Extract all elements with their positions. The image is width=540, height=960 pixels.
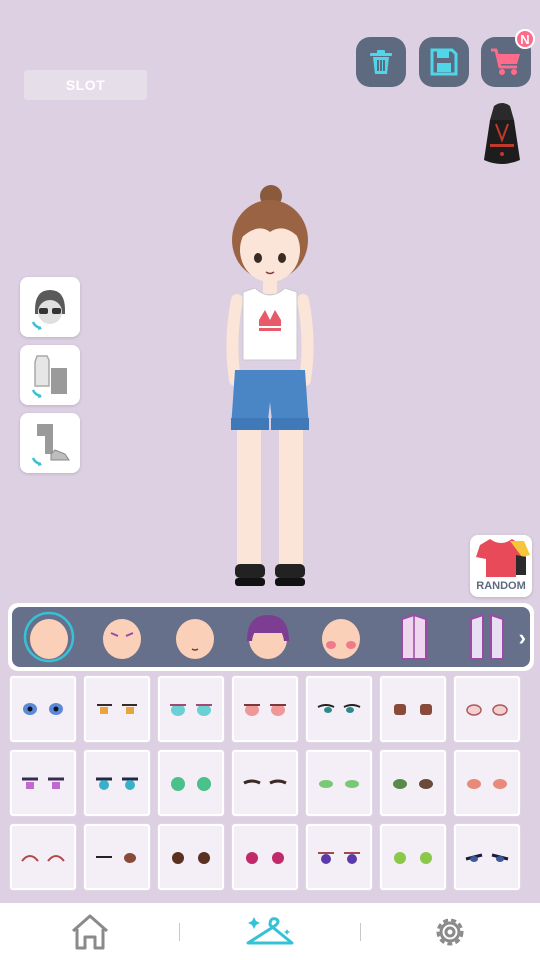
eye-option[interactable] — [306, 824, 372, 890]
green-eyes-icon — [319, 780, 359, 788]
blue-eyes-icon — [23, 703, 63, 715]
pink-eyes-icon — [244, 704, 286, 716]
eye-option[interactable] — [306, 676, 372, 742]
eye-option[interactable] — [84, 676, 150, 742]
jacket-icon — [469, 613, 504, 660]
mouth-face-icon — [175, 619, 214, 659]
eye-option[interactable] — [380, 750, 446, 816]
rose-eyes-icon — [466, 704, 508, 716]
bald-face-icon — [23, 611, 74, 663]
closed-eyes-icon — [243, 779, 287, 785]
shirt-icon — [400, 613, 427, 660]
category-bar: › — [8, 603, 534, 671]
eye-option[interactable] — [454, 676, 520, 742]
arched-eyes-icon — [21, 855, 65, 862]
swap-hair-accessory-button[interactable] — [20, 277, 80, 337]
amber-eyes-icon — [97, 704, 137, 714]
lime-eyes-icon — [394, 852, 432, 864]
nav-settings[interactable] — [361, 903, 540, 960]
olive-eyes-icon — [393, 779, 433, 789]
shopping-cart-icon — [491, 48, 520, 75]
pants-shoe-icon — [31, 424, 70, 466]
teal-eyes-icon — [317, 704, 361, 713]
eye-option[interactable] — [454, 750, 520, 816]
category-mouth[interactable] — [158, 607, 231, 667]
trash-icon — [370, 50, 392, 74]
blush-face-icon — [321, 619, 360, 659]
hair-face-icon — [246, 615, 289, 659]
aqua-eyes-icon — [170, 704, 212, 716]
eye-option[interactable] — [380, 676, 446, 742]
hair-glasses-icon — [31, 290, 65, 330]
outfit-preview[interactable] — [474, 100, 530, 172]
item-grid — [10, 676, 530, 898]
category-hair[interactable] — [231, 607, 304, 667]
swap-outfit-button[interactable] — [20, 345, 80, 405]
eye-option[interactable] — [10, 824, 76, 890]
new-badge: N — [515, 29, 535, 49]
navy-eyes-icon — [465, 853, 509, 862]
random-label: RANDOM — [476, 580, 526, 592]
category-face-base[interactable] — [12, 607, 85, 667]
shop-button[interactable]: N — [481, 29, 535, 87]
eye-option[interactable] — [232, 750, 298, 816]
swap-shoes-button[interactable] — [20, 413, 80, 473]
mint-eyes-icon — [171, 777, 211, 791]
coral-eyes-icon — [467, 779, 507, 789]
eye-option[interactable] — [158, 824, 224, 890]
nav-home[interactable] — [0, 903, 179, 960]
random-shirt-icon — [476, 539, 530, 577]
cyan-eyes-icon — [96, 777, 138, 790]
eye-option[interactable] — [158, 750, 224, 816]
eye-option[interactable] — [158, 676, 224, 742]
save-button[interactable] — [419, 37, 469, 87]
lilac-eyes-icon — [22, 777, 64, 789]
floppy-disk-icon — [430, 48, 458, 76]
settings-icon — [436, 918, 464, 945]
eyes-face-icon — [102, 619, 141, 659]
eye-option[interactable] — [380, 824, 446, 890]
eye-option[interactable] — [10, 676, 76, 742]
category-outerwear[interactable] — [450, 607, 523, 667]
bottom-nav — [0, 903, 540, 960]
delete-button[interactable] — [356, 37, 406, 87]
eye-option[interactable] — [84, 824, 150, 890]
eye-option[interactable] — [84, 750, 150, 816]
eye-option[interactable] — [306, 750, 372, 816]
random-outfit-button[interactable]: RANDOM — [470, 535, 532, 597]
violet-eyes-icon — [318, 852, 360, 864]
shirt-pants-icon — [31, 355, 67, 398]
chevron-right-icon[interactable]: › — [519, 625, 526, 651]
hanger-icon — [246, 916, 294, 944]
category-blush[interactable] — [304, 607, 377, 667]
wink-eyes-icon — [96, 853, 136, 863]
slot-button[interactable]: SLOT — [24, 70, 147, 100]
nav-wardrobe[interactable] — [180, 903, 359, 960]
magenta-eyes-icon — [246, 852, 284, 864]
eye-option[interactable] — [10, 750, 76, 816]
home-icon — [71, 914, 108, 949]
category-top[interactable] — [377, 607, 450, 667]
brown-eyes-icon — [394, 704, 432, 715]
character-avatar — [215, 180, 325, 600]
eye-option[interactable] — [232, 676, 298, 742]
eye-option[interactable] — [232, 824, 298, 890]
dark-brown-eyes-icon — [172, 852, 210, 864]
category-eyes[interactable] — [85, 607, 158, 667]
eye-option[interactable] — [454, 824, 520, 890]
